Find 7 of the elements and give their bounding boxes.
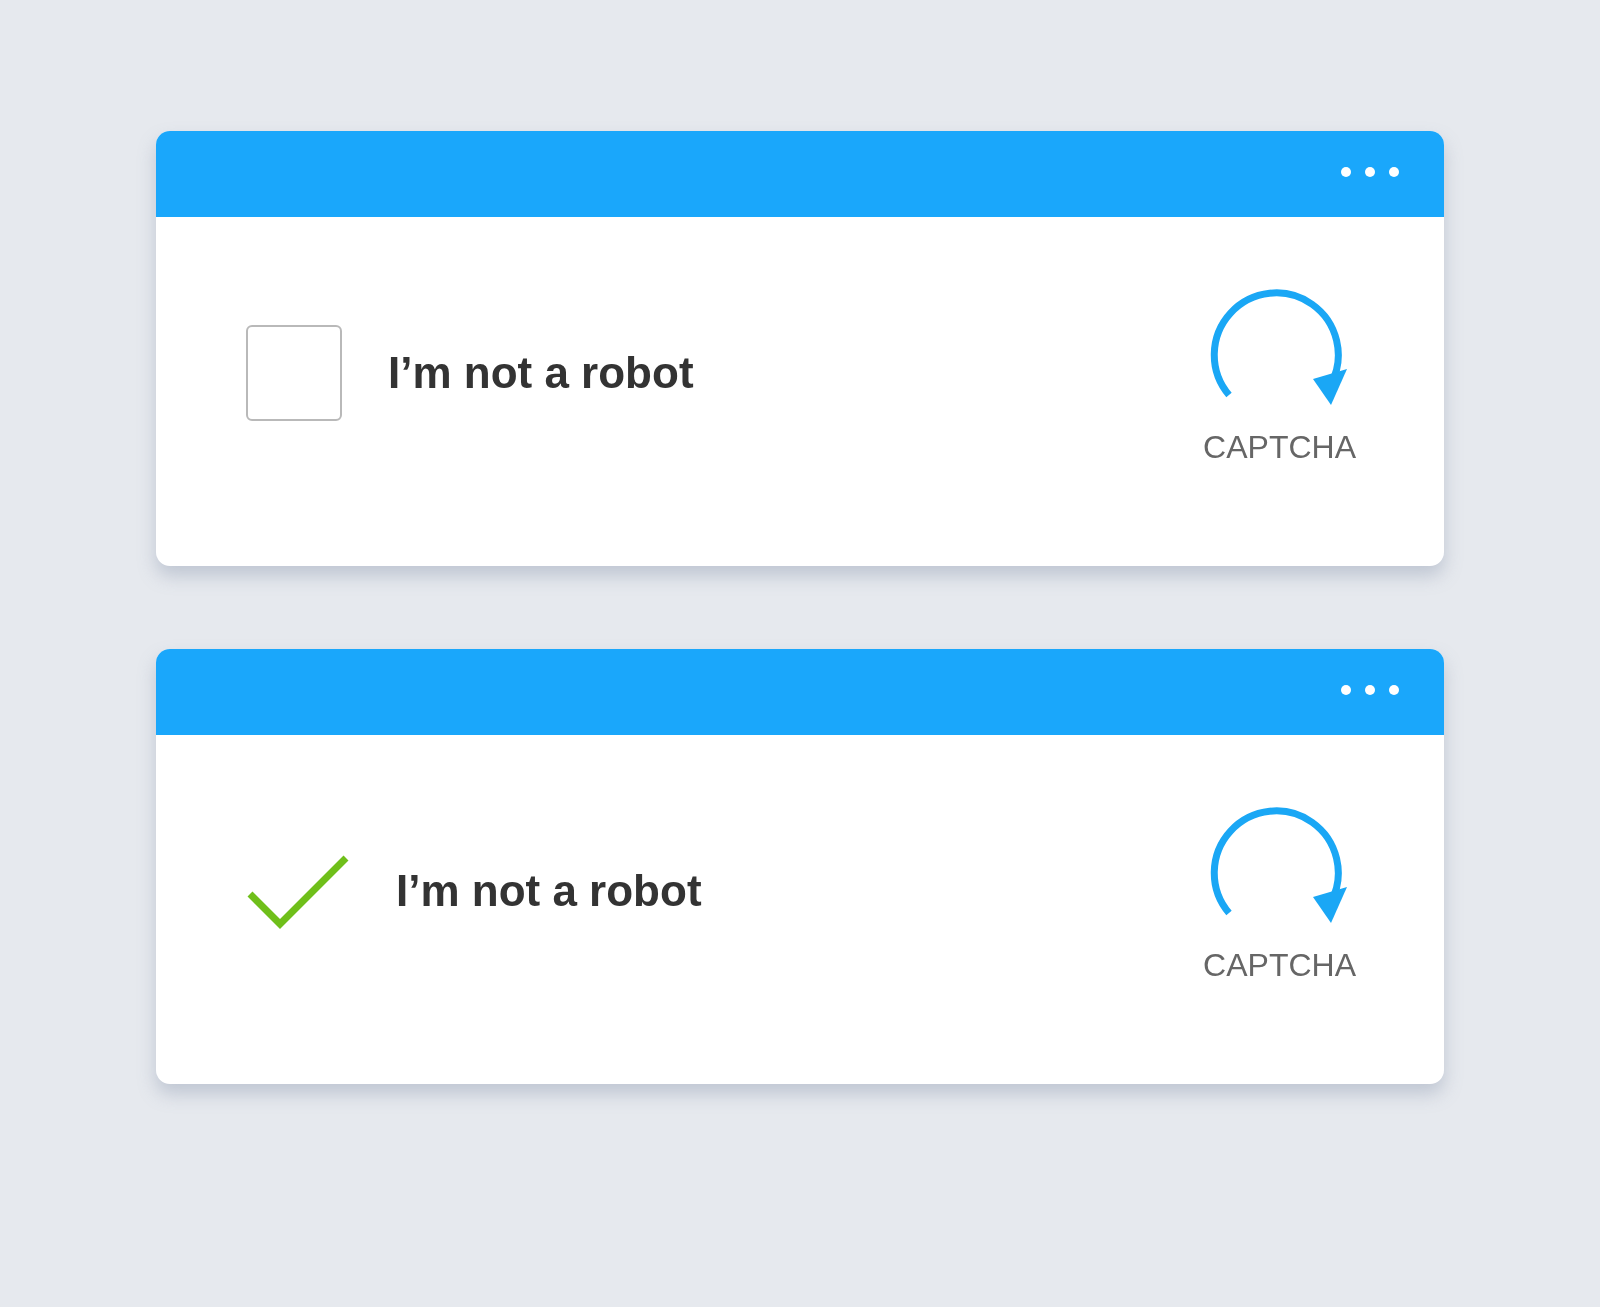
more-icon[interactable] xyxy=(1340,166,1400,178)
captcha-label: CAPTCHA xyxy=(1203,429,1356,466)
checkbox[interactable] xyxy=(246,325,342,421)
more-icon[interactable] xyxy=(1340,684,1400,696)
checkbox-label: I’m not a robot xyxy=(396,866,702,916)
captcha-label: CAPTCHA xyxy=(1203,947,1356,984)
checkbox-label: I’m not a robot xyxy=(388,348,694,398)
